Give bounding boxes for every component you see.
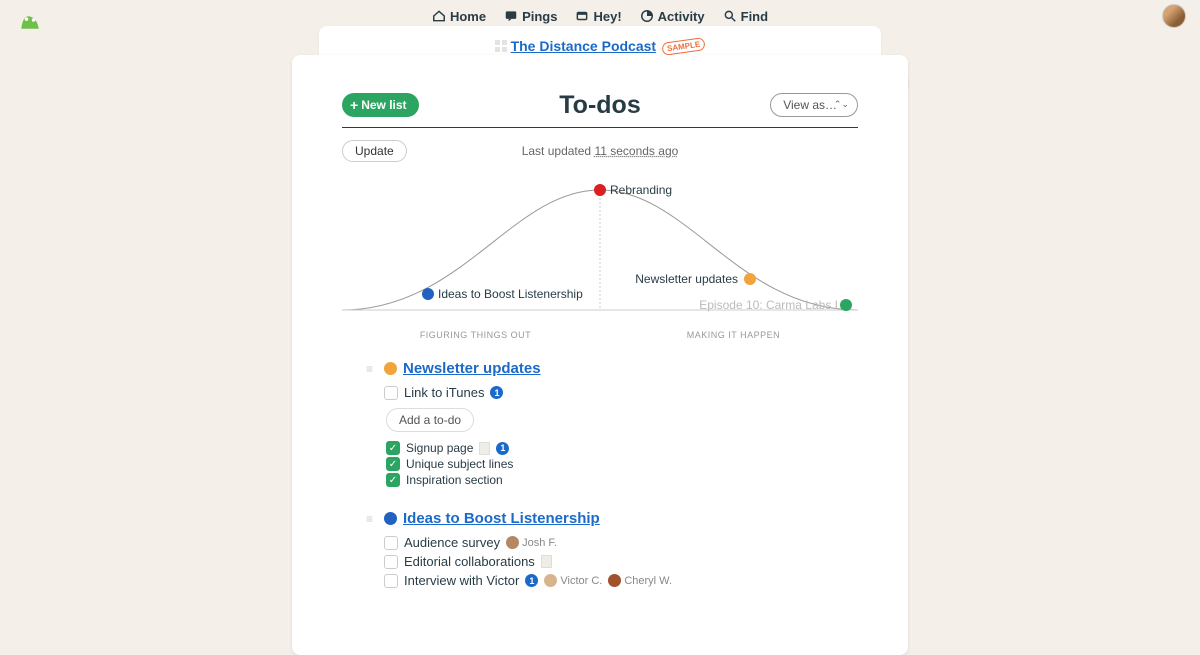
grid-icon xyxy=(495,40,507,52)
assignee-name: Cheryl W. xyxy=(624,575,672,587)
nav-home-label: Home xyxy=(450,9,486,24)
view-as-label: View as… xyxy=(783,98,837,112)
todo-item-completed[interactable]: ✓ Inspiration section xyxy=(386,472,858,488)
todo-item[interactable]: ≡ Editorial collaborations xyxy=(366,552,858,571)
nav-hey[interactable]: Hey! xyxy=(575,9,621,24)
todo-list-ideas: ≡ Ideas to Boost Listenership ≡ Audience… xyxy=(366,510,858,590)
checkbox-checked[interactable]: ✓ xyxy=(386,473,400,487)
comment-count-badge[interactable]: 1 xyxy=(496,442,509,455)
nav-pings[interactable]: Pings xyxy=(504,9,557,24)
comment-count-badge[interactable]: 1 xyxy=(490,386,503,399)
main-panel: + New list To-dos View as… ⌃⌄ Update Las… xyxy=(292,55,908,655)
avatar-icon xyxy=(544,574,557,587)
last-updated: Last updated 11 seconds ago xyxy=(522,144,679,158)
assignee-name: Victor C. xyxy=(560,575,602,587)
todo-text: Unique subject lines xyxy=(406,457,513,471)
checkbox[interactable] xyxy=(384,555,398,569)
todo-text: Editorial collaborations xyxy=(404,554,535,569)
todo-text: Inspiration section xyxy=(406,473,503,487)
sample-badge: SAMPLE xyxy=(661,37,706,56)
todo-item-completed[interactable]: ✓ Signup page 1 xyxy=(386,440,858,456)
checkbox-checked[interactable]: ✓ xyxy=(386,441,400,455)
todo-text: Link to iTunes xyxy=(404,385,484,400)
new-list-label: New list xyxy=(361,98,406,112)
drag-handle-icon[interactable]: ≡ xyxy=(366,516,378,522)
hill-dot-ideas[interactable] xyxy=(422,288,434,300)
nav-activity-label: Activity xyxy=(658,9,705,24)
plus-icon: + xyxy=(350,98,358,112)
page-title: To-dos xyxy=(559,91,640,120)
last-updated-time[interactable]: 11 seconds ago xyxy=(594,144,678,158)
assignee[interactable]: Victor C. xyxy=(544,574,602,587)
assignee[interactable]: Josh F. xyxy=(506,536,557,549)
hill-label-ideas: Ideas to Boost Listenership xyxy=(438,287,583,301)
doc-icon[interactable] xyxy=(479,442,490,455)
list-title-link[interactable]: Ideas to Boost Listenership xyxy=(403,510,600,527)
checkbox-checked[interactable]: ✓ xyxy=(386,457,400,471)
add-todo-button[interactable]: Add a to-do xyxy=(386,408,474,432)
doc-icon[interactable] xyxy=(541,555,552,568)
nav-home[interactable]: Home xyxy=(432,9,486,24)
todo-item[interactable]: ≡ Link to iTunes 1 xyxy=(366,383,858,402)
nav-find[interactable]: Find xyxy=(723,9,768,24)
list-dot xyxy=(384,362,397,375)
todo-item-completed[interactable]: ✓ Unique subject lines xyxy=(386,456,858,472)
new-list-button[interactable]: + New list xyxy=(342,93,419,117)
hill-label-episode: Episode 10: Carma Labs I xyxy=(699,298,838,312)
view-as-button[interactable]: View as… ⌃⌄ xyxy=(770,93,858,117)
assignee-name: Josh F. xyxy=(522,537,557,549)
todo-list-newsletter: ≡ Newsletter updates ≡ Link to iTunes 1 … xyxy=(366,360,858,488)
drag-handle-icon[interactable]: ≡ xyxy=(366,366,378,372)
todo-item[interactable]: ≡ Audience survey Josh F. xyxy=(366,533,858,552)
avatar-icon xyxy=(608,574,621,587)
update-button[interactable]: Update xyxy=(342,140,407,162)
project-link[interactable]: The Distance Podcast xyxy=(511,38,657,54)
todo-text: Interview with Victor xyxy=(404,573,519,588)
axis-right: MAKING IT HAPPEN xyxy=(687,330,780,340)
checkbox[interactable] xyxy=(384,386,398,400)
todo-text: Signup page xyxy=(406,441,473,455)
list-dot xyxy=(384,512,397,525)
todo-text: Audience survey xyxy=(404,535,500,550)
user-avatar[interactable] xyxy=(1162,4,1186,28)
hill-label-newsletter: Newsletter updates xyxy=(635,272,738,286)
checkbox[interactable] xyxy=(384,536,398,550)
caret-icon: ⌃⌄ xyxy=(834,99,849,110)
nav-pings-label: Pings xyxy=(522,9,557,24)
checkbox[interactable] xyxy=(384,574,398,588)
axis-left: FIGURING THINGS OUT xyxy=(420,330,531,340)
nav-find-label: Find xyxy=(741,9,768,24)
hill-dot-newsletter[interactable] xyxy=(744,273,756,285)
nav-activity[interactable]: Activity xyxy=(640,9,705,24)
avatar-icon xyxy=(506,536,519,549)
comment-count-badge[interactable]: 1 xyxy=(525,574,538,587)
todo-item[interactable]: ≡ Interview with Victor 1 Victor C. Cher… xyxy=(366,571,858,590)
assignee[interactable]: Cheryl W. xyxy=(608,574,672,587)
hill-dot-episode[interactable] xyxy=(840,299,852,311)
nav-hey-label: Hey! xyxy=(593,9,621,24)
hill-label-rebranding: Rebranding xyxy=(610,183,672,197)
hill-chart: Ideas to Boost Listenership Rebranding N… xyxy=(342,170,858,320)
list-title-link[interactable]: Newsletter updates xyxy=(403,360,541,377)
hill-dot-rebranding[interactable] xyxy=(594,184,606,196)
